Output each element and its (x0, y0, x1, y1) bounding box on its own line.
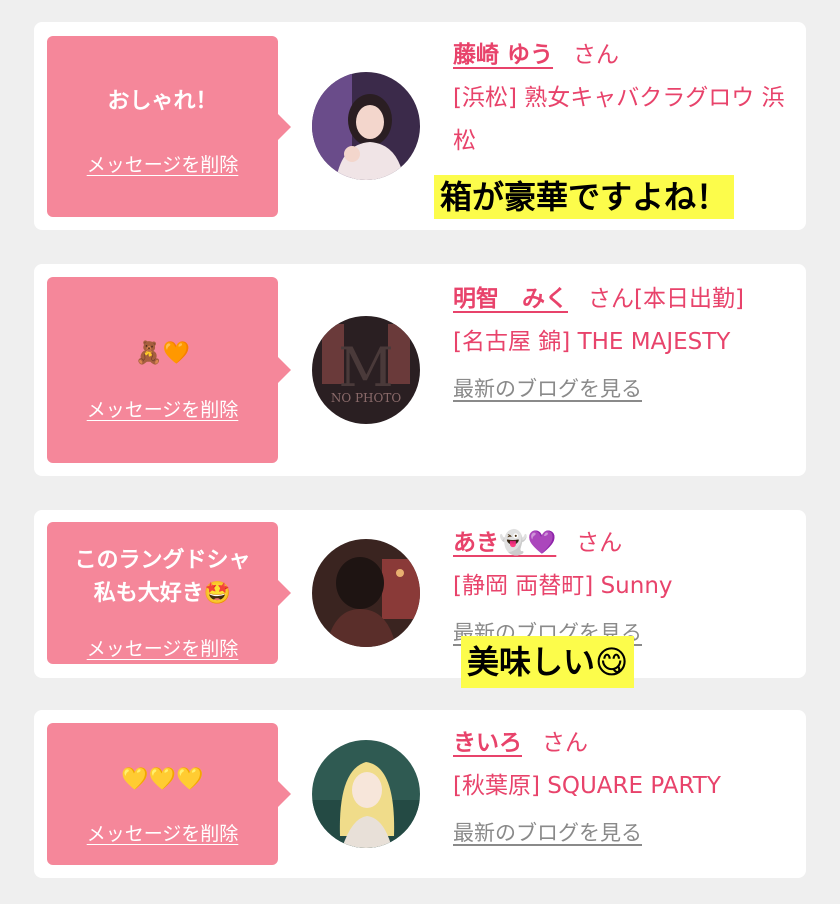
latest-blog-link[interactable]: 最新のブログを見る (453, 368, 642, 411)
delete-message-link[interactable]: メッセージを削除 (47, 634, 278, 661)
shop-name: [静岡 両替町] Sunny (453, 573, 673, 599)
cast-info: 明智 みく さん[本日出勤] [名古屋 錦] THE MAJESTY 最新のブログ… (453, 278, 798, 411)
svg-text:M: M (338, 336, 393, 399)
honorific: さん[本日出勤] (588, 286, 744, 312)
avatar[interactable] (312, 72, 420, 180)
delete-message-link[interactable]: メッセージを削除 (47, 395, 278, 422)
blonde-woman-photo-icon (312, 740, 420, 848)
message-text: 💛💛💛 (121, 767, 204, 792)
cast-name-link[interactable]: 藤崎 ゆう (453, 42, 553, 68)
honorific: さん (576, 530, 623, 556)
no-photo-watermark: NO PHOTO (331, 391, 402, 405)
message-text: 🧸🧡 (135, 341, 190, 366)
message-bubble: このラングドシャ私も大好き🤩 メッセージを削除 (47, 522, 291, 664)
message-bubble: 💛💛💛 メッセージを削除 (47, 723, 291, 865)
honorific: さん (542, 730, 588, 756)
delete-message-link[interactable]: メッセージを削除 (47, 150, 278, 177)
avatar[interactable]: M NO PHOTO (312, 316, 420, 424)
message-card: 🧸🧡 メッセージを削除 M NO PHOTO 明智 みく さん[本日出勤] [名古… (34, 264, 806, 476)
delete-message-link[interactable]: メッセージを削除 (47, 819, 278, 846)
cast-info: きいろ さん [秋葉原] SQUARE PARTY 最新のブログを見る (453, 722, 798, 855)
shop-name: [秋葉原] SQUARE PARTY (453, 773, 721, 799)
shop-name: [浜松] 熟女キャバクラグロウ 浜松 (453, 85, 785, 154)
cast-name-link[interactable]: あき👻💜 (453, 530, 556, 556)
highlight-caption: 箱が豪華ですよね！ (434, 175, 735, 219)
avatar[interactable] (312, 740, 420, 848)
cast-name-link[interactable]: 明智 みく (453, 286, 568, 312)
woman-portrait-photo-icon (312, 72, 420, 180)
message-bubble: おしゃれ！ メッセージを削除 (47, 36, 291, 217)
highlight-caption: 美味しい😋 (461, 636, 635, 688)
message-card: このラングドシャ私も大好き🤩 メッセージを削除 あき👻💜 さん [静岡 両替町] … (34, 510, 806, 678)
cast-name-link[interactable]: きいろ (453, 730, 522, 756)
message-text: このラングドシャ私も大好き🤩 (74, 548, 251, 606)
honorific: さん (573, 42, 620, 68)
message-text: おしゃれ！ (107, 89, 218, 114)
message-bubble: 🧸🧡 メッセージを削除 (47, 277, 291, 463)
cast-info: 藤崎 ゆう さん [浜松] 熟女キャバクラグロウ 浜松 (453, 34, 798, 163)
avatar[interactable] (312, 539, 420, 647)
woman-back-photo-icon (312, 539, 420, 647)
message-card: 💛💛💛 メッセージを削除 きいろ さん [秋葉原] SQUARE PARTY 最新… (34, 710, 806, 878)
no-photo-placeholder-icon: M NO PHOTO (312, 316, 420, 424)
shop-name: [名古屋 錦] THE MAJESTY (453, 329, 731, 355)
latest-blog-link[interactable]: 最新のブログを見る (453, 812, 642, 855)
